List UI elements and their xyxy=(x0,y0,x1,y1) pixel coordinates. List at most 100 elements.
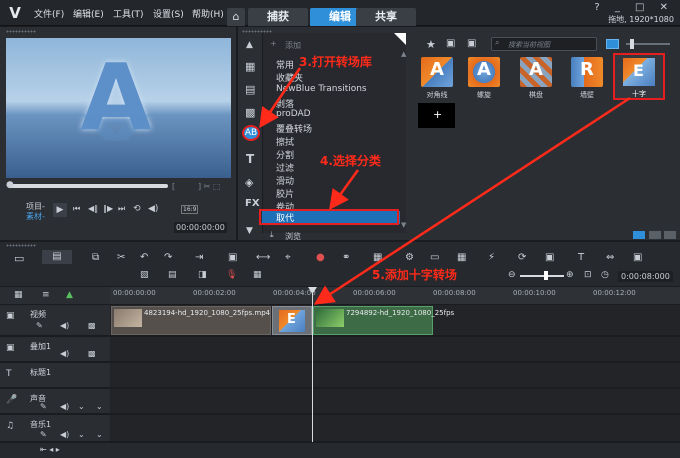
transition-thumb-cross-selected[interactable]: E 十字 xyxy=(613,53,665,100)
category-item[interactable]: 胶片 xyxy=(276,187,294,200)
add-label[interactable]: 添加 xyxy=(285,40,301,51)
toolbar-icon[interactable]: ⇥ xyxy=(195,252,203,263)
next-frame-icon[interactable]: ‖▶ xyxy=(103,204,113,213)
toolbar-icon[interactable]: ▣ xyxy=(545,252,554,263)
category-item[interactable]: 过滤 xyxy=(276,161,294,174)
list-scroll-up-icon[interactable]: ▲ xyxy=(401,50,406,58)
toolbar-icon[interactable]: ⧉ xyxy=(92,252,99,263)
toolbar-icon[interactable]: ▦ xyxy=(253,270,262,280)
mark-out-icon[interactable]: ] ✂ ⬚ xyxy=(198,182,220,191)
fit-timeline-icon[interactable]: ⊡ xyxy=(584,270,592,280)
toolbar-icon[interactable]: ▣ xyxy=(633,252,642,263)
category-item[interactable]: 分割 xyxy=(276,148,294,161)
video-clip-1[interactable]: 4823194-hd_1920_1080_25fps.mp4 xyxy=(111,306,271,335)
toolbar-icon[interactable]: ▤ xyxy=(168,270,177,280)
zoom-slider[interactable] xyxy=(520,275,564,277)
track-list-icon[interactable]: ≡ xyxy=(42,290,50,300)
transition-thumb-checker[interactable]: A xyxy=(520,57,552,87)
apply-current-icon[interactable]: ▣ xyxy=(467,38,476,49)
mark-in-icon[interactable]: [ xyxy=(172,182,175,191)
toolbar-icon[interactable]: ▦ xyxy=(457,252,466,263)
zoom-out-icon[interactable]: ⊖ xyxy=(508,270,516,280)
track-audio-icon[interactable]: ◀) xyxy=(60,430,69,439)
track-expand-icon[interactable]: ⌄ xyxy=(78,402,85,411)
add-marker-icon[interactable]: ▲ xyxy=(66,290,73,300)
toolbar-icon[interactable]: ▦ xyxy=(373,252,382,263)
clock-icon[interactable]: ◷ xyxy=(601,270,609,280)
aspect-ratio-badge[interactable]: 16:9 xyxy=(181,205,199,214)
track-manager-icon[interactable]: ▦ xyxy=(14,290,23,300)
volume-icon[interactable]: ◀) xyxy=(148,204,158,214)
track-expand-icon[interactable]: ⌄ xyxy=(78,430,85,439)
storyboard-view-icon[interactable]: ▭ xyxy=(14,252,24,265)
redo-icon[interactable]: ↷ xyxy=(164,252,172,263)
category-item[interactable]: 滑动 xyxy=(276,174,294,187)
category-item[interactable]: proDAD xyxy=(276,109,311,119)
window-controls[interactable]: ? _ □ ✕ xyxy=(594,2,674,13)
track-header-voice[interactable]: 🎤 声音 ✎ ◀) ⌄ ⌄ xyxy=(0,389,110,414)
menu-settings[interactable]: 设置(S) xyxy=(153,7,184,20)
track-audio-icon[interactable]: ◀) xyxy=(60,349,69,358)
toolbar-icon[interactable]: ▣ xyxy=(228,252,237,263)
slider-knob[interactable] xyxy=(630,39,634,49)
track-audio-icon[interactable]: ◀) xyxy=(60,321,69,330)
video-clip-2[interactable]: 7294892-hd_1920_1080_25fps xyxy=(313,306,454,335)
thumbnail-view-icon[interactable] xyxy=(606,39,619,49)
tab-capture[interactable]: 捕获 xyxy=(248,8,308,26)
track-header-music[interactable]: ♫ 音乐1 ✎ ◀) ⌄ ⌄ xyxy=(0,415,110,442)
toolbar-icon[interactable]: ⟳ xyxy=(518,252,526,263)
mode-clip[interactable]: 素材- xyxy=(26,211,45,222)
track-collapse-icon[interactable]: ⌄ xyxy=(96,430,103,439)
add-to-favorites-icon[interactable]: ★ xyxy=(426,38,436,51)
browse-icon[interactable]: ⤓ xyxy=(270,230,274,240)
menu-help[interactable]: 帮助(H) xyxy=(192,7,224,20)
voice-lane[interactable] xyxy=(110,389,680,414)
toolbar-icon[interactable]: ⚡ xyxy=(488,252,495,263)
track-edit-icon[interactable]: ✎ xyxy=(40,430,47,439)
loop-icon[interactable]: ⟲ xyxy=(133,204,141,214)
media-fx-icon[interactable]: ▩ xyxy=(245,106,255,119)
track-header-overlay[interactable]: ▣ 叠加1 ◀) ▩ xyxy=(0,337,110,362)
empty-thumb-slot[interactable]: + xyxy=(418,103,455,128)
zoom-knob[interactable] xyxy=(544,271,548,280)
transition-thumb-diagonal[interactable]: A xyxy=(421,57,453,87)
prev-frame-icon[interactable]: ◀‖ xyxy=(88,204,98,213)
toolbar-icon[interactable]: ⚙ xyxy=(405,252,414,263)
view-toggle-icon[interactable] xyxy=(664,231,676,239)
category-item[interactable]: 擦拭 xyxy=(276,135,294,148)
scrub-bar[interactable] xyxy=(8,184,168,188)
toolbar-icon[interactable]: ▭ xyxy=(430,252,439,263)
toolbar-icon[interactable]: ⇔ xyxy=(606,252,614,263)
toolbar-icon[interactable]: ✂ xyxy=(117,252,125,263)
scroll-down-icon[interactable]: ▼ xyxy=(246,226,253,236)
view-toggle-icon[interactable] xyxy=(649,231,661,239)
category-item[interactable]: 收藏夹 xyxy=(276,71,303,84)
track-audio-icon[interactable]: ◀) xyxy=(60,402,69,411)
home-frame-icon[interactable]: ⏮ xyxy=(73,204,80,214)
media-icon[interactable]: ▦ xyxy=(245,60,255,73)
apply-random-icon[interactable]: ▣ xyxy=(446,38,455,49)
search-input[interactable]: ⌕ 搜索当前视图 xyxy=(491,37,597,51)
scroll-up-icon[interactable]: ▲ xyxy=(246,40,253,50)
timecode-display[interactable]: 00:00:00:00 xyxy=(174,222,227,233)
track-collapse-icon[interactable]: ⌄ xyxy=(96,402,103,411)
zoom-in-icon[interactable]: ⊕ xyxy=(566,270,574,280)
text-tool-icon[interactable]: T xyxy=(578,252,584,263)
fx-filter-icon[interactable]: FX xyxy=(245,198,260,209)
transition-clip-cross[interactable]: E xyxy=(272,306,312,335)
toolbar-icon[interactable]: ⟷ xyxy=(256,252,270,263)
end-frame-icon[interactable]: ⏭ xyxy=(118,204,125,214)
record-icon[interactable]: ● xyxy=(316,252,325,263)
tab-share[interactable]: 共享 xyxy=(356,8,416,26)
overlay-lane[interactable] xyxy=(110,337,680,362)
track-grid-icon[interactable]: ▩ xyxy=(88,349,96,358)
category-item[interactable]: 常用 xyxy=(276,58,294,71)
music-lane[interactable] xyxy=(110,415,680,442)
graphic-icon[interactable]: ◈ xyxy=(245,176,253,189)
add-category-icon[interactable]: + xyxy=(270,39,277,48)
menu-edit[interactable]: 编辑(E) xyxy=(73,7,104,20)
timeline-view-icon[interactable]: ▤ xyxy=(42,250,72,264)
list-scroll-down-icon[interactable]: ▼ xyxy=(401,221,406,229)
transition-thumb-wall[interactable]: R xyxy=(571,57,603,87)
title-icon[interactable]: T xyxy=(246,152,254,166)
